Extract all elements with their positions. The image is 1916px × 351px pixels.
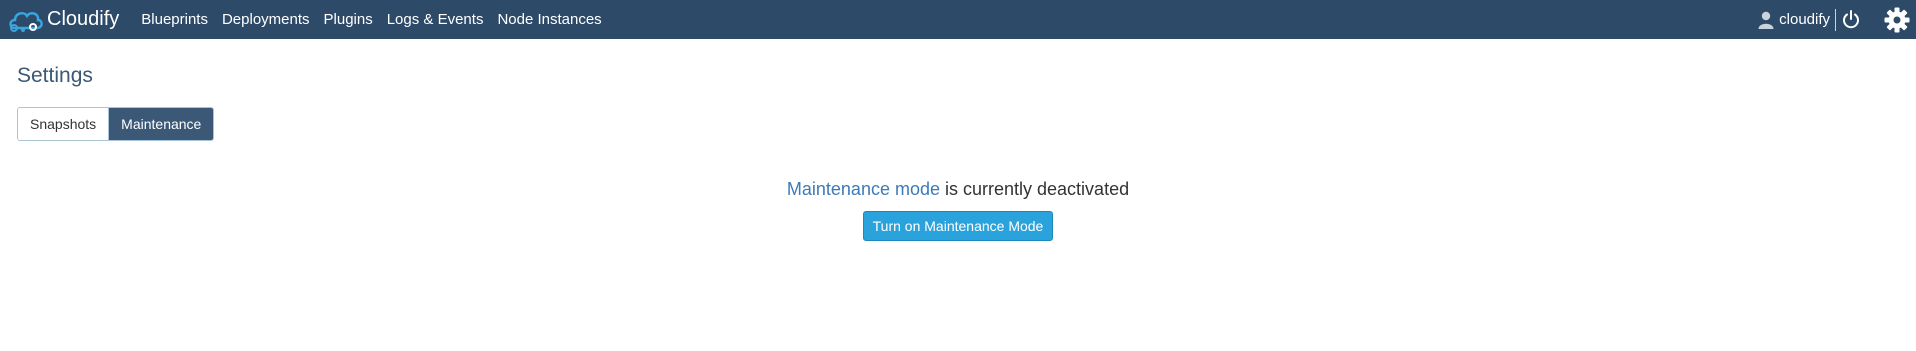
user-menu[interactable]: cloudify (1758, 11, 1830, 29)
tab-maintenance[interactable]: Maintenance (108, 108, 214, 140)
brand-name: Cloudify (47, 8, 120, 30)
nav-plugins[interactable]: Plugins (324, 11, 373, 28)
maintenance-status-text: is currently deactivated (940, 179, 1130, 199)
topbar-divider (1835, 8, 1836, 31)
gear-icon (1884, 7, 1910, 32)
nav-blueprints[interactable]: Blueprints (141, 11, 208, 28)
main-content: Settings Snapshots Maintenance Maintenan… (0, 63, 1916, 241)
top-navbar: Cloudify Blueprints Deployments Plugins … (0, 0, 1916, 39)
nav-deployments[interactable]: Deployments (222, 11, 310, 28)
tab-snapshots[interactable]: Snapshots (18, 108, 109, 140)
nav-node-instances[interactable]: Node Instances (497, 11, 601, 28)
user-name: cloudify (1779, 11, 1830, 28)
turn-on-maintenance-button[interactable]: Turn on Maintenance Mode (862, 211, 1054, 241)
maintenance-status: Maintenance mode is currently deactivate… (17, 179, 1899, 200)
maintenance-panel: Maintenance mode is currently deactivate… (17, 179, 1899, 241)
power-icon (1843, 10, 1859, 29)
cloud-logo-icon (9, 11, 43, 32)
settings-tabs: Snapshots Maintenance (17, 107, 215, 141)
topbar-right: cloudify (1758, 7, 1910, 33)
main-nav: Blueprints Deployments Plugins Logs & Ev… (141, 11, 615, 28)
settings-button[interactable] (1884, 7, 1910, 33)
logout-button[interactable] (1842, 10, 1860, 29)
brand-logo[interactable]: Cloudify (6, 6, 119, 34)
maintenance-mode-label: Maintenance mode (786, 179, 940, 199)
user-icon (1758, 11, 1774, 29)
nav-logs-events[interactable]: Logs & Events (387, 11, 484, 28)
page-title: Settings (17, 64, 93, 87)
